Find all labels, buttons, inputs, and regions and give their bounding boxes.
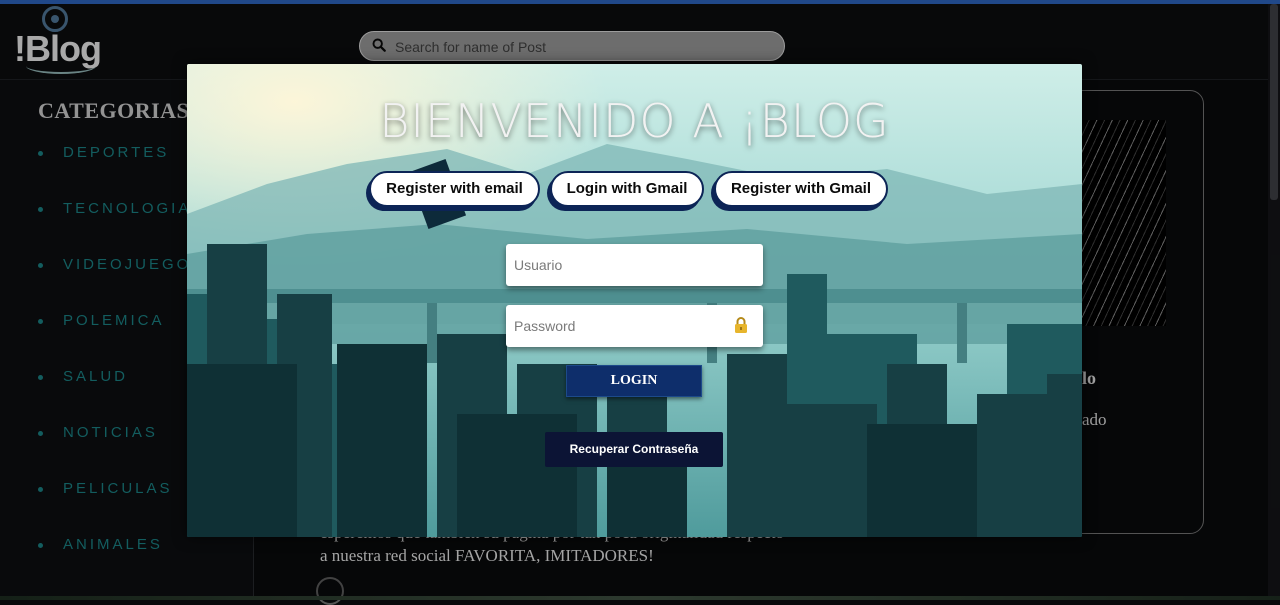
login-button[interactable]: LOGIN [566, 365, 702, 397]
lock-icon [735, 317, 747, 333]
password-input[interactable] [512, 315, 726, 337]
password-field[interactable] [506, 305, 763, 347]
username-input[interactable] [512, 254, 726, 276]
recover-password-button[interactable]: Recuperar Contraseña [545, 432, 723, 467]
login-modal: BIENVENIDO A ¡BLOG Register with email L… [187, 64, 1082, 537]
username-field[interactable] [506, 244, 763, 286]
welcome-heading: BIENVENIDO A ¡BLOG [379, 94, 890, 148]
register-with-email-button[interactable]: Register with email [369, 171, 540, 207]
register-with-gmail-button[interactable]: Register with Gmail [714, 171, 888, 207]
login-with-gmail-button[interactable]: Login with Gmail [550, 171, 704, 207]
